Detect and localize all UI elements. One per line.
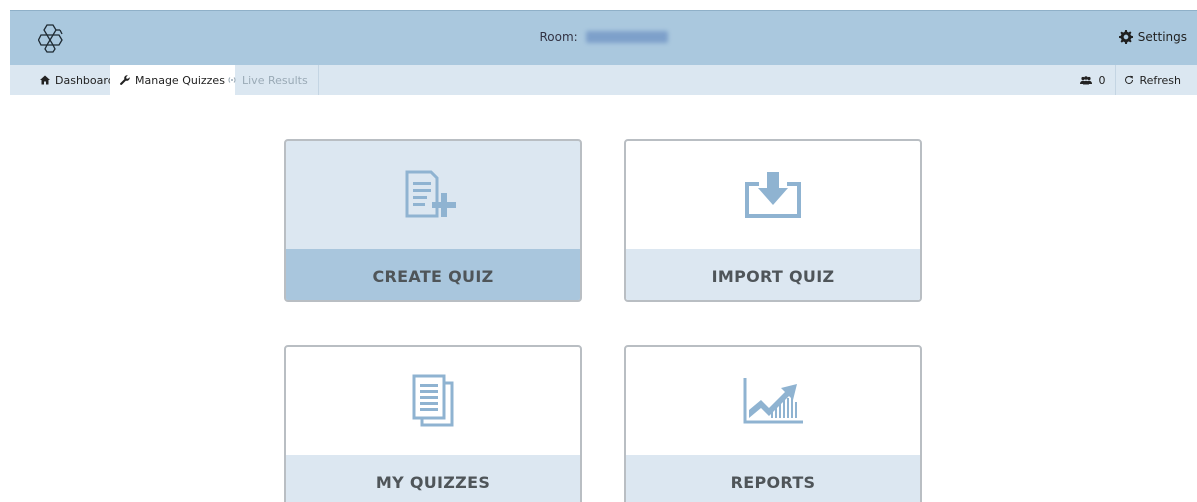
import-icon [745,172,801,218]
sub-nav: Dashboard Manage Quizzes Live Results 0 … [10,65,1197,95]
create-quiz-label: CREATE QUIZ [286,249,580,300]
wrench-icon [120,75,130,85]
my-quizzes-icon-area [286,347,580,455]
reports-label: REPORTS [626,455,920,502]
import-quiz-label: IMPORT QUIZ [626,249,920,300]
tab-dashboard-label: Dashboard [55,73,115,87]
reports-icon-area [626,347,920,455]
user-count: 0 [1098,73,1106,87]
top-bar: Room: Settings [10,10,1197,65]
tab-live-results-label: Live Results [242,73,308,87]
users-icon [1080,75,1093,84]
room-name-redacted [585,31,668,43]
import-quiz-icon-area [626,141,920,249]
signal-icon [228,77,236,83]
chart-icon [743,378,803,424]
home-icon [40,75,50,85]
refresh-icon [1125,75,1134,84]
my-quizzes-label: MY QUIZZES [286,455,580,502]
tab-manage-quizzes-label: Manage Quizzes [135,73,225,87]
import-quiz-card[interactable]: IMPORT QUIZ [624,139,922,302]
settings-button[interactable]: Settings [1118,30,1187,44]
connected-users: 0 [1070,74,1115,87]
tab-live-results[interactable]: Live Results [217,65,319,95]
create-quiz-icon-area [286,141,580,249]
create-quiz-icon [405,170,456,218]
refresh-label: Refresh [1139,73,1181,87]
refresh-button[interactable]: Refresh [1115,65,1197,95]
room-indicator: Room: [10,30,1197,44]
nav-right-tools: 0 Refresh [1070,65,1197,95]
create-quiz-card[interactable]: CREATE QUIZ [284,139,582,302]
app-window: Room: Settings Dashboard Manage Quizzes [0,0,1197,502]
room-label: Room: [539,30,578,44]
my-quizzes-card[interactable]: MY QUIZZES [284,345,582,502]
documents-icon [412,374,454,427]
reports-card[interactable]: REPORTS [624,345,922,502]
gear-icon [1118,30,1133,44]
settings-label: Settings [1137,30,1187,44]
